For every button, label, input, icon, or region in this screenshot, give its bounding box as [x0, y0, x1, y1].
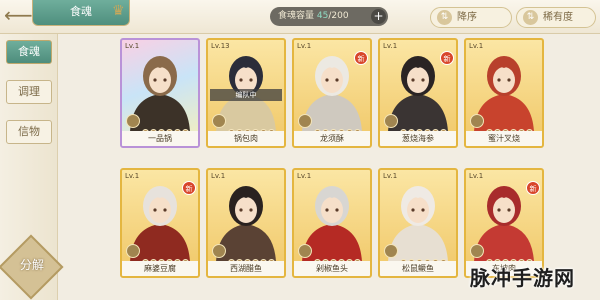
star-row	[228, 121, 280, 136]
rank-emblem-icon	[470, 244, 484, 258]
card-name: 葱烧海参	[380, 131, 456, 146]
star-row	[142, 121, 194, 136]
character-card[interactable]: Lv.1 葱烧海参 新	[378, 38, 458, 148]
rank-emblem-icon	[384, 244, 398, 258]
sort-icon: ⇅	[437, 10, 452, 25]
capacity-indicator: 食魂容量 45/200 +	[270, 7, 388, 26]
sort-field-label: 稀有度	[543, 12, 573, 23]
new-badge: 新	[526, 181, 540, 195]
card-level: Lv.1	[125, 172, 140, 180]
card-name: 剁椒鱼头	[294, 261, 370, 276]
star-row	[486, 121, 538, 136]
filter-icon: ⇅	[523, 10, 538, 25]
tab-keepsake[interactable]: 信物	[6, 120, 52, 144]
star-row	[400, 121, 452, 136]
rank-emblem-icon	[212, 114, 226, 128]
sidebar: 食魂 调理 信物 分解	[0, 34, 64, 300]
new-badge: 新	[440, 51, 454, 65]
card-level: Lv.1	[469, 42, 484, 50]
tab-cooking[interactable]: 调理	[6, 80, 52, 104]
capacity-max: /200	[328, 11, 349, 21]
rank-emblem-icon	[212, 244, 226, 258]
crown-ornament-icon: ♛	[112, 3, 125, 19]
sort-order-label: 降序	[457, 12, 477, 23]
card-name: 龙须酥	[294, 131, 370, 146]
new-badge: 新	[182, 181, 196, 195]
star-row	[314, 251, 366, 266]
decompose-label: 分解	[19, 258, 44, 272]
rank-emblem-icon	[384, 114, 398, 128]
in-team-badge: 编队中	[210, 89, 282, 101]
card-name: 一品锅	[122, 131, 198, 146]
rank-emblem-icon	[126, 244, 140, 258]
sort-order-button[interactable]: ⇅ 降序	[430, 7, 512, 28]
rank-emblem-icon	[298, 114, 312, 128]
new-badge: 新	[354, 51, 368, 65]
card-level: Lv.13	[211, 42, 230, 50]
card-level: Lv.1	[211, 172, 226, 180]
star-row	[400, 251, 452, 266]
character-card[interactable]: Lv.13 编队中锅包肉	[206, 38, 286, 148]
card-name: 锅包肉	[208, 131, 284, 146]
character-card[interactable]: Lv.1 一品锅	[120, 38, 200, 148]
rank-emblem-icon	[470, 114, 484, 128]
card-level: Lv.1	[469, 172, 484, 180]
card-level: Lv.1	[125, 42, 140, 50]
card-level: Lv.1	[383, 42, 398, 50]
rank-emblem-icon	[126, 114, 140, 128]
card-level: Lv.1	[297, 42, 312, 50]
card-name: 松鼠鳜鱼	[380, 261, 456, 276]
character-card[interactable]: Lv.1 麻婆豆腐 新	[120, 168, 200, 278]
star-row	[142, 251, 194, 266]
card-name: 蜜汁叉烧	[466, 131, 542, 146]
tab-food-soul[interactable]: 食魂	[6, 40, 52, 64]
character-card[interactable]: Lv.1 剁椒鱼头	[292, 168, 372, 278]
character-card[interactable]: Lv.1 龙须酥 新	[292, 38, 372, 148]
card-name: 西湖醋鱼	[208, 261, 284, 276]
top-bar: ⟵ 食魂 ♛ 食魂容量 45/200 + ⇅ 降序 ⇅ 稀有度	[0, 0, 600, 34]
rank-emblem-icon	[298, 244, 312, 258]
site-watermark: 脉冲手游网	[470, 266, 575, 290]
back-arrow-icon[interactable]: ⟵	[4, 4, 33, 28]
card-level: Lv.1	[383, 172, 398, 180]
character-card[interactable]: Lv.1 西湖醋鱼	[206, 168, 286, 278]
star-row	[486, 251, 538, 266]
card-level: Lv.1	[297, 172, 312, 180]
star-row	[314, 121, 366, 136]
capacity-label: 食魂容量	[278, 11, 315, 21]
character-card[interactable]: Lv.1 蜜汁叉烧	[464, 38, 544, 148]
capacity-current: 45	[316, 11, 329, 21]
star-row	[228, 251, 280, 266]
expand-capacity-button[interactable]: +	[371, 9, 386, 24]
card-name: 麻婆豆腐	[122, 261, 198, 276]
sort-field-button[interactable]: ⇅ 稀有度	[516, 7, 596, 28]
character-card[interactable]: Lv.1 松鼠鳜鱼	[378, 168, 458, 278]
